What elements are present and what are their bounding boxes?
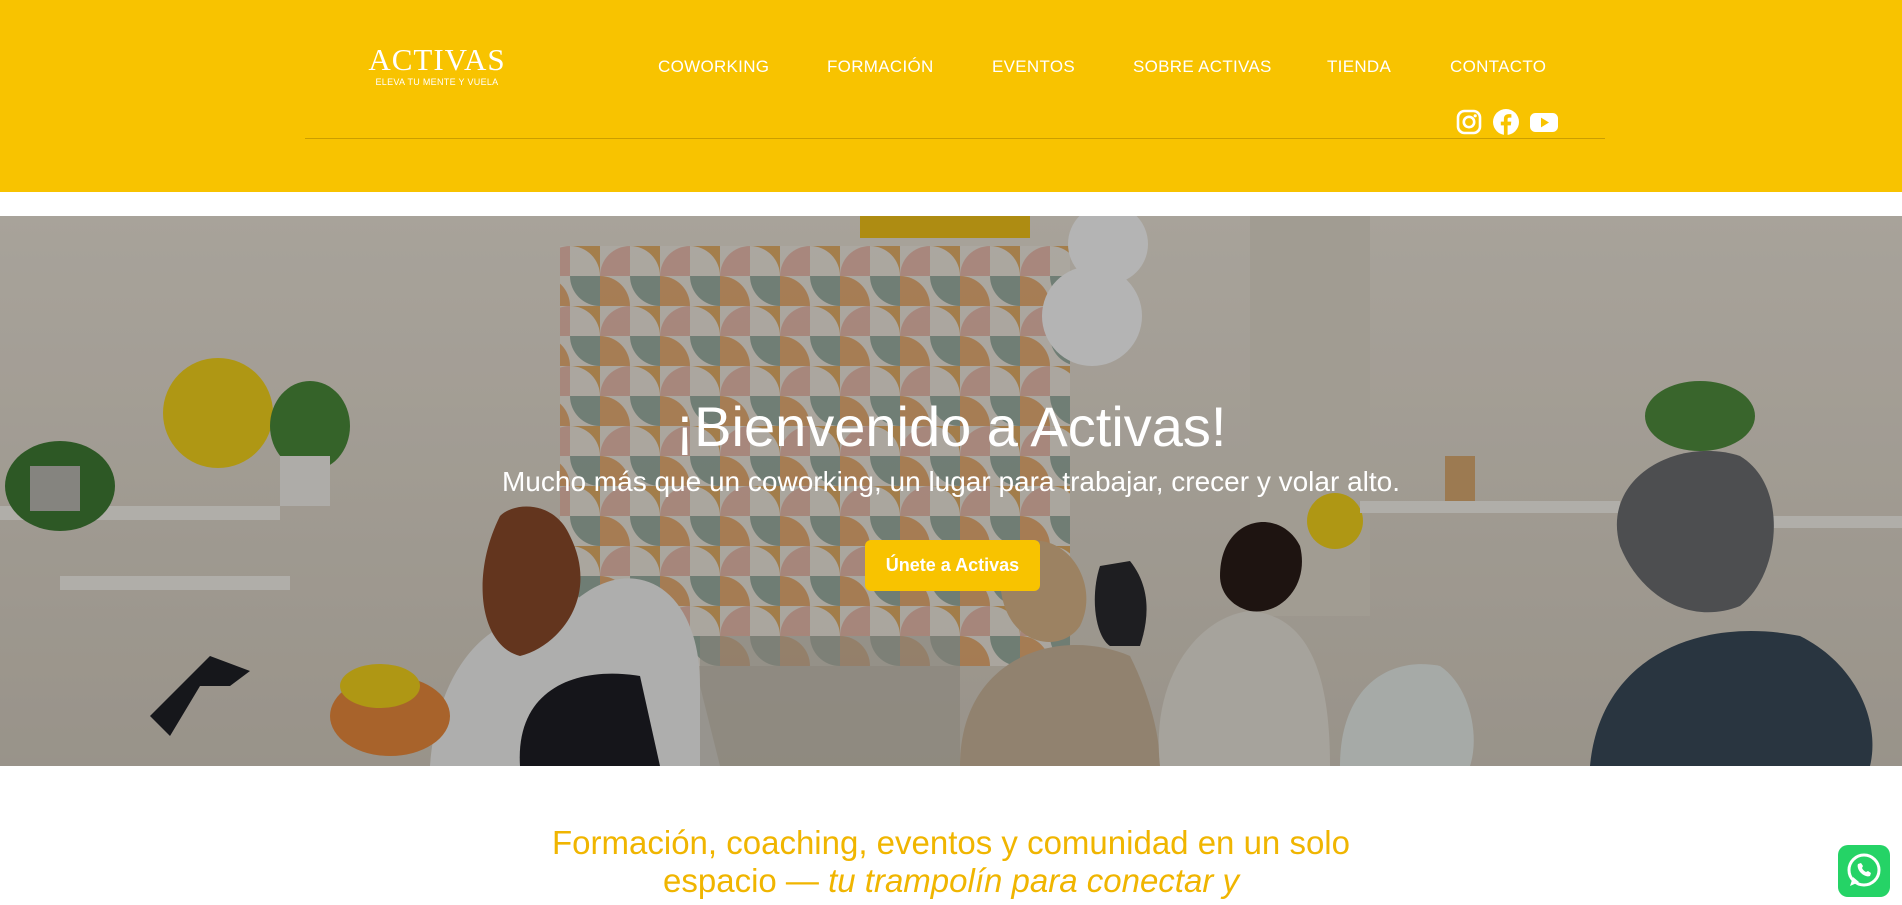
intro-line-1: Formación, coaching, eventos y comunidad…	[552, 824, 1350, 861]
hero-title: ¡Bienvenido a Activas!	[675, 395, 1227, 458]
main-nav: COWORKING FORMACIÓN EVENTOS SOBRE ACTIVA…	[0, 57, 1902, 79]
intro-line-2: espacio — tu trampolín para conectar y	[0, 862, 1902, 900]
hero-subtitle: Mucho más que un coworking, un lugar par…	[501, 466, 1400, 497]
hero-section: ¡Bienvenido a Activas! Mucho más que un …	[0, 216, 1902, 766]
nav-item-sobre-activas[interactable]: SOBRE ACTIVAS	[1133, 57, 1272, 77]
intro-line-2-italic: tu trampolín para conectar y	[828, 862, 1239, 899]
instagram-icon[interactable]	[1455, 108, 1483, 136]
nav-item-tienda[interactable]: TIENDA	[1327, 57, 1391, 77]
nav-item-eventos[interactable]: EVENTOS	[992, 57, 1075, 77]
intro-line-2-plain: espacio —	[663, 862, 829, 899]
site-header: ACTIVAS ELEVA TU MENTE Y VUELA COWORKING…	[0, 0, 1902, 192]
intro-section: Formación, coaching, eventos y comunidad…	[0, 824, 1902, 900]
whatsapp-chat-button[interactable]	[1838, 845, 1890, 897]
youtube-icon[interactable]	[1529, 108, 1559, 136]
social-links	[1455, 108, 1565, 136]
nav-item-coworking[interactable]: COWORKING	[658, 57, 769, 77]
nav-item-formacion[interactable]: FORMACIÓN	[827, 57, 934, 77]
whatsapp-icon	[1847, 853, 1881, 887]
facebook-icon[interactable]	[1492, 108, 1520, 136]
join-activas-button[interactable]: Únete a Activas	[865, 540, 1040, 591]
nav-item-contacto[interactable]: CONTACTO	[1450, 57, 1546, 77]
header-divider	[305, 138, 1605, 139]
